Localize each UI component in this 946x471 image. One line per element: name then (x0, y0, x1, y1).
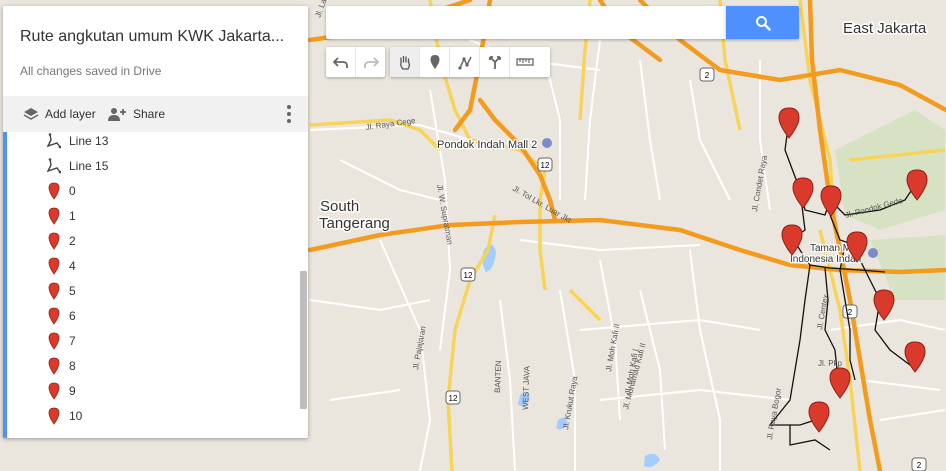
layer-pin-item[interactable]: 9 (47, 379, 76, 403)
add-person-icon (108, 108, 126, 121)
map-pin-icon (48, 382, 60, 400)
redo-button[interactable] (356, 47, 385, 77)
map-pin-icon (48, 257, 60, 275)
shield-2: 2 (848, 308, 853, 317)
layers-panel: Rute angkutan umum KWK Jakarta... All ch… (3, 6, 308, 438)
directions-icon (488, 56, 501, 69)
search-icon (755, 15, 771, 31)
map-pin-icon (48, 407, 60, 425)
layer-pin-item[interactable]: 0 (47, 179, 76, 203)
save-status: All changes saved in Drive (20, 64, 162, 78)
pan-button[interactable] (390, 47, 420, 77)
place-east-jakarta: East Jakarta (843, 20, 927, 37)
layer-item-label: 4 (69, 259, 76, 273)
redo-icon (363, 57, 379, 68)
region-west-java: WEST JAVA (521, 365, 532, 410)
map-pin-icon (47, 357, 61, 375)
place-taman-mini-2: Indonesia Indah (790, 254, 861, 265)
line-route-icon (47, 158, 61, 174)
landmark-poi-icon (868, 248, 878, 258)
map-pin-icon (47, 307, 61, 325)
layer-item-label: 10 (69, 409, 83, 423)
search-button[interactable] (726, 6, 799, 39)
share-button[interactable]: Share (107, 96, 165, 132)
layer-pin-item[interactable]: 7 (47, 329, 76, 353)
shield-2: 2 (705, 71, 710, 80)
layer-pin-item[interactable]: 1 (47, 204, 76, 228)
layer-line-item[interactable]: Line 13 (47, 129, 108, 153)
draw-line-button[interactable] (450, 47, 480, 77)
layer-pin-item[interactable]: 4 (47, 254, 76, 278)
map-pin-icon (47, 282, 61, 300)
place-pondok-indah-mall: Pondok Indah Mall 2 (437, 139, 537, 151)
search-input[interactable] (326, 6, 726, 39)
layer-item-label: 2 (69, 234, 76, 248)
layers-icon (23, 108, 39, 120)
layer-pin-item[interactable]: 5 (47, 279, 76, 303)
layer-pin-item[interactable]: 8 (47, 354, 76, 378)
layer-item-label: 5 (69, 284, 76, 298)
layer-line-item[interactable]: Line 15 (47, 154, 108, 178)
pan-hand-icon (399, 55, 410, 70)
map-pin-icon (48, 332, 60, 350)
map-pin-icon (47, 207, 61, 225)
shield-12: 12 (464, 271, 473, 280)
shield-2: 2 (917, 461, 922, 470)
add-marker-icon (430, 55, 439, 69)
add-layer-label: Add layer (45, 107, 96, 121)
layer-item-label: Line 15 (69, 159, 109, 173)
shield-12: 12 (449, 394, 458, 403)
layer-items-list: Line 13 Line 15 0 1 2 4 5 6 7 8 9 10 (3, 132, 298, 438)
map-pin-icon (47, 332, 61, 350)
map-pin-icon (48, 207, 60, 225)
add-layer-button[interactable]: Add layer (23, 96, 96, 132)
map-pin-icon (47, 182, 61, 200)
share-label: Share (133, 107, 166, 121)
draw-line-icon (457, 56, 472, 70)
layer-item-label: 8 (69, 359, 76, 373)
line-route-icon (47, 157, 61, 175)
layer-item-label: 7 (69, 334, 76, 348)
map-pin-icon (47, 407, 61, 425)
undo-button[interactable] (326, 47, 356, 77)
map-pin-icon (48, 307, 60, 325)
undo-icon (332, 57, 348, 68)
place-south-tangerang: South (320, 198, 359, 215)
shield-12: 12 (541, 161, 550, 170)
more-options-icon[interactable] (286, 105, 292, 123)
map-pin-icon (48, 282, 60, 300)
layer-pin-item[interactable]: 2 (47, 229, 76, 253)
layer-item-label: 9 (69, 384, 76, 398)
map-pin-icon (48, 182, 60, 200)
line-route-icon (47, 133, 61, 149)
map-pin-icon (47, 382, 61, 400)
measure-button[interactable] (510, 47, 539, 77)
shopping-poi-icon (542, 138, 552, 148)
line-route-icon (47, 132, 61, 150)
layer-item-label: 1 (69, 209, 76, 223)
region-banten: BANTEN (493, 360, 503, 393)
map-pin-icon (47, 257, 61, 275)
layer-pin-item[interactable]: 6 (47, 304, 76, 328)
panel-toolbar: Add layer Share (3, 96, 308, 132)
map-tools-group (390, 47, 550, 77)
map-pin-icon (48, 357, 60, 375)
layer-item-label: Line 13 (69, 134, 109, 148)
place-south-tangerang-2: Tangerang (319, 215, 390, 232)
layer-pin-item[interactable]: 10 (47, 404, 82, 428)
undo-redo-group (326, 47, 385, 77)
map-pin-icon (48, 232, 60, 250)
measure-ruler-icon (515, 58, 534, 66)
road-pkp: Jl. Pkp (818, 359, 843, 368)
add-marker-button[interactable] (420, 47, 450, 77)
scrollbar-thumb[interactable] (300, 271, 307, 409)
map-title[interactable]: Rute angkutan umum KWK Jakarta... (20, 28, 295, 46)
layer-item-label: 6 (69, 309, 76, 323)
map-pin-icon (47, 232, 61, 250)
layer-item-label: 0 (69, 184, 76, 198)
directions-button[interactable] (480, 47, 510, 77)
